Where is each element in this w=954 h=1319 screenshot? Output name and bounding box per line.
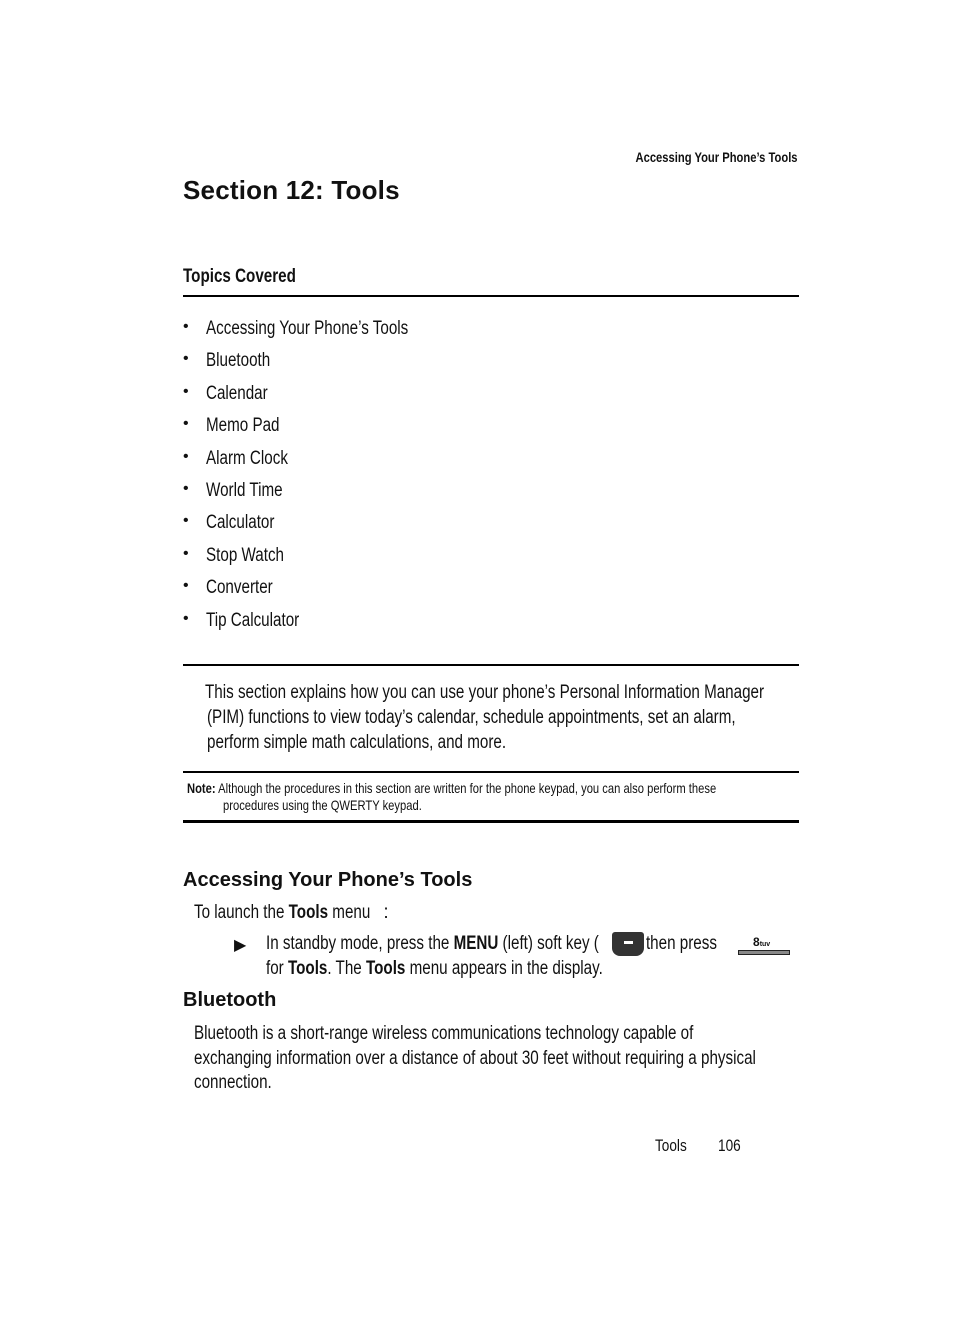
- accessing-heading: Accessing Your Phone’s Tools: [183, 869, 473, 891]
- bullet-icon: •: [183, 479, 189, 497]
- topics-heading: Topics Covered: [183, 266, 296, 287]
- step-arrow-icon: ▶: [234, 937, 247, 954]
- note-label: Note:: [187, 780, 216, 796]
- bullet-icon: •: [183, 415, 189, 433]
- bluetooth-heading: Bluetooth: [183, 989, 277, 1011]
- left-soft-key-icon: [612, 932, 644, 956]
- divider: [183, 820, 799, 823]
- bullet-icon: •: [183, 609, 189, 627]
- bullet-icon: •: [183, 544, 189, 562]
- bluetooth-paragraph: Bluetooth is a short-range wireless comm…: [194, 1023, 756, 1093]
- bullet-icon: •: [183, 350, 189, 368]
- divider: [183, 771, 799, 773]
- bullet-icon: •: [183, 318, 189, 335]
- intro-paragraph: This section explains how you can use yo…: [205, 682, 765, 753]
- note: Note: Although the procedures in this se…: [187, 780, 717, 813]
- section-title: Section 12: Tools: [183, 175, 400, 205]
- page-number: 106: [718, 1136, 741, 1155]
- footer-section: Tools: [655, 1136, 687, 1155]
- divider: [183, 664, 799, 666]
- key-8-icon: 8tuv: [738, 935, 790, 955]
- bullet-icon: •: [183, 447, 189, 465]
- bullet-icon: •: [183, 512, 189, 530]
- procedure-title: To launch the Tools menu:: [194, 902, 389, 923]
- divider: [183, 295, 799, 297]
- running-head: Accessing Your Phone’s Tools: [635, 149, 798, 165]
- bullet-icon: •: [183, 577, 189, 595]
- bullet-icon: •: [183, 382, 189, 400]
